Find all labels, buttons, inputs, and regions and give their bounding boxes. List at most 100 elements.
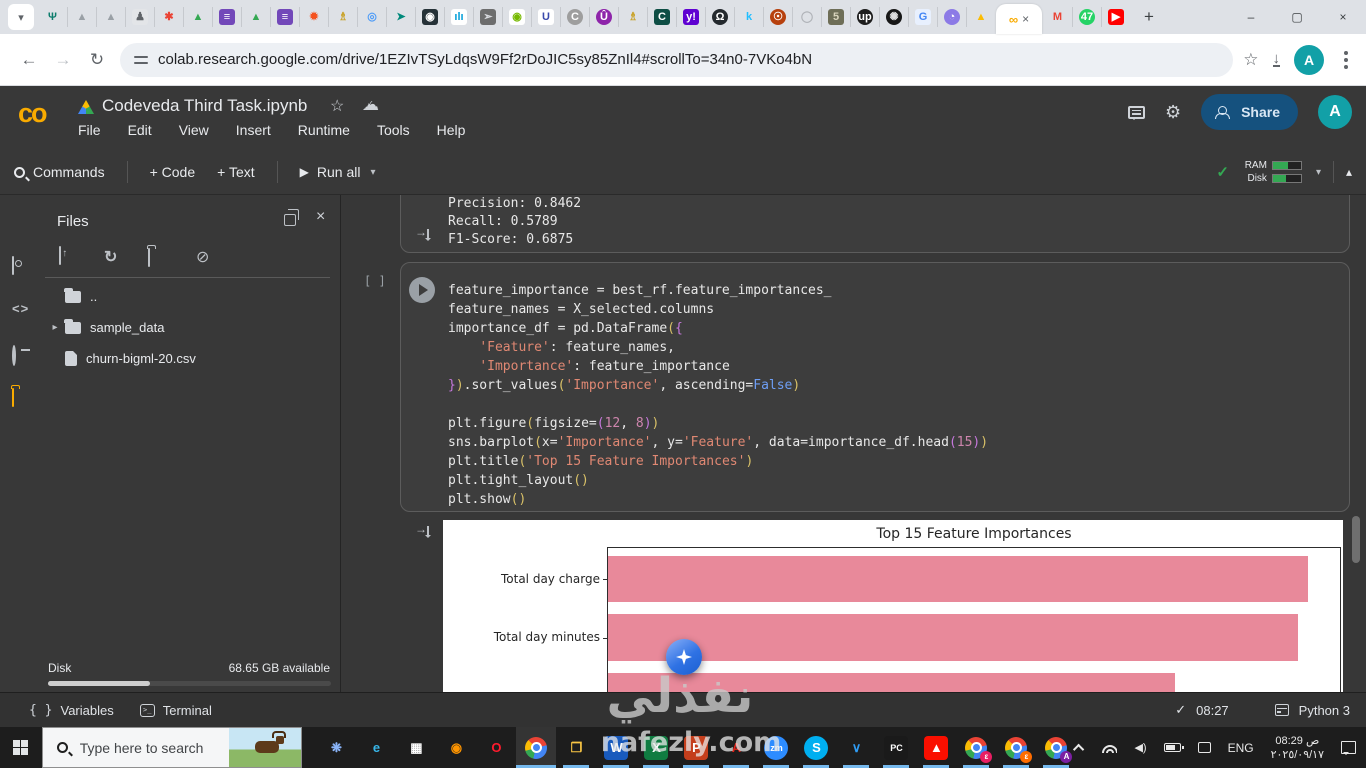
taskbar-app-firefox[interactable]: ◉ [436, 727, 476, 768]
purple-meet-favicon[interactable]: ◔ [937, 7, 966, 27]
knot-favicon[interactable]: ✺ [879, 7, 908, 27]
taskbar-app-chrome[interactable] [516, 727, 557, 768]
wifi-icon[interactable] [1101, 743, 1118, 753]
cell-output-previous[interactable]: Precision: 0.8462 Recall: 0.5789 F1-Score:… [400, 195, 1350, 253]
menu-tools[interactable]: Tools [377, 122, 410, 138]
variables-button[interactable]: { } Variables [29, 703, 114, 718]
find-replace-icon[interactable] [12, 256, 14, 275]
taskbar-search[interactable]: Type here to search [41, 727, 303, 768]
menu-help[interactable]: Help [437, 122, 466, 138]
taskbar-app-copilot[interactable]: ❋ [316, 727, 356, 768]
file-tree-item[interactable]: churn-bigml-20.csv [45, 343, 336, 374]
purple-shield-favicon[interactable]: Û [589, 7, 618, 27]
resources-dropdown-icon[interactable]: ▾ [1316, 167, 1321, 178]
blue-rings-favicon[interactable]: ◎ [357, 7, 386, 27]
star-notebook-icon[interactable]: ☆ [330, 96, 344, 116]
gray-ring-favicon[interactable]: ◯ [792, 7, 821, 27]
contact-card-favicon[interactable]: ♟ [125, 7, 154, 27]
browser-profile-avatar[interactable]: A [1294, 44, 1324, 75]
hp-life-favicon[interactable]: ◉ [415, 7, 444, 27]
new-tab-button[interactable]: + [1136, 4, 1162, 30]
notebook-title[interactable]: Codeveda Third Task.ipynb [102, 96, 307, 116]
comments-icon[interactable] [1127, 105, 1145, 120]
google-ads-favicon[interactable]: ✱ [154, 7, 183, 27]
teal-arrow-favicon[interactable]: ➤ [386, 7, 415, 27]
kernel-label[interactable]: Python 3 [1299, 703, 1350, 718]
minimize-button[interactable]: – [1228, 0, 1274, 34]
expand-arrow-icon[interactable]: ▸ [45, 322, 65, 333]
orange-burst-favicon[interactable]: ✹ [299, 7, 328, 27]
upwork-favicon[interactable]: up [850, 7, 879, 27]
terminal-button[interactable]: >_ Terminal [139, 703, 212, 718]
nvidia-favicon[interactable]: ◉ [502, 7, 531, 27]
popout-panel-icon[interactable] [284, 209, 299, 226]
kaggle-favicon[interactable]: k [734, 7, 763, 27]
taskbar-clock[interactable]: 08:29 ص ٢٠٢٥/٠٩/١٧ [1271, 734, 1324, 762]
display-device-icon[interactable] [1197, 742, 1211, 753]
menu-insert[interactable]: Insert [236, 122, 271, 138]
cell-output-toggle-icon[interactable] [415, 522, 435, 540]
collapse-toolbar-icon[interactable]: ▴ [1346, 165, 1352, 179]
action-center-icon[interactable] [1341, 741, 1356, 755]
taskbar-app-opera[interactable]: O [476, 727, 516, 768]
taskbar-app-chrome-profile-2[interactable]: ε [996, 727, 1036, 768]
omnibox[interactable]: colab.research.google.com/drive/1EZIvTSy… [120, 42, 1234, 77]
taskbar-app-acrobat[interactable]: ▲ [916, 727, 956, 768]
mount-drive-icon[interactable] [148, 248, 150, 267]
tab-close-icon[interactable]: × [1022, 12, 1029, 26]
cisco-favicon[interactable]: ılı [444, 7, 473, 27]
commands-button[interactable]: Commands [14, 164, 105, 180]
menu-runtime[interactable]: Runtime [298, 122, 350, 138]
tab-scroll-button[interactable]: ▾ [8, 4, 34, 30]
url-text[interactable]: colab.research.google.com/drive/1EZIvTSy… [158, 51, 812, 68]
refresh-files-icon[interactable]: ↻ [104, 247, 117, 267]
taskbar-app-chrome-profile-1[interactable]: ε [956, 727, 996, 768]
secrets-key-icon[interactable] [12, 345, 16, 366]
whatsapp-unread-favicon[interactable]: 47 [1072, 7, 1101, 27]
menu-file[interactable]: File [78, 122, 101, 138]
file-tree-item[interactable]: .. [45, 281, 336, 312]
upload-file-icon[interactable] [59, 246, 61, 265]
taskbar-app-vscode[interactable]: ∨ [836, 727, 876, 768]
taskbar-app-chrome-profile-3[interactable]: A [1036, 727, 1076, 768]
github-favicon[interactable]: Ω [705, 7, 734, 27]
gold-trophy-favicon[interactable]: ♗ [328, 7, 357, 27]
toggle-hidden-files-icon[interactable]: ⊘ [196, 247, 209, 267]
files-tab-icon[interactable] [12, 388, 14, 407]
taskbar-app-pycharm[interactable]: PC [876, 727, 916, 768]
code-editor[interactable]: feature_importance = best_rf.feature_imp… [448, 281, 988, 509]
google-forms-favicon[interactable]: ≡ [270, 7, 299, 27]
close-button[interactable]: × [1320, 0, 1366, 34]
credly-favicon[interactable]: C [647, 7, 676, 27]
search-highlight-image[interactable] [229, 728, 302, 767]
back-icon[interactable]: ← [12, 43, 46, 77]
settings-gear-icon[interactable]: ⚙ [1165, 102, 1181, 123]
cell-output-toggle-icon[interactable] [415, 225, 435, 243]
battery-icon[interactable] [1163, 743, 1184, 752]
close-panel-icon[interactable]: × [316, 208, 325, 226]
volume-icon[interactable]: ◀ [1134, 741, 1146, 754]
file-tree-item[interactable]: ▸ sample_data [45, 312, 336, 343]
downloads-icon[interactable]: ↓ [1272, 51, 1280, 67]
taskbar-app-skype[interactable]: S [796, 727, 836, 768]
taskbar-app-edge[interactable]: e [356, 727, 396, 768]
youtube-favicon[interactable]: ▶ [1101, 7, 1130, 27]
add-code-button[interactable]: + Code [150, 164, 196, 180]
notebook-scrollbar[interactable] [1352, 516, 1360, 563]
gray-triangle-favicon[interactable]: ▲ [67, 7, 96, 27]
red-creature-favicon[interactable]: ☉ [763, 7, 792, 27]
cursor-tool-favicon[interactable]: ➢ [473, 7, 502, 27]
run-all-button[interactable]: ▶ Run all ▾ [300, 164, 376, 180]
forward-icon[interactable]: → [46, 43, 80, 77]
browser-menu-icon[interactable] [1344, 50, 1348, 69]
active-tab-colab[interactable]: ∞ × [996, 4, 1042, 34]
maximize-button[interactable]: ▢ [1274, 0, 1320, 34]
start-button[interactable] [0, 727, 42, 768]
site-settings-icon[interactable] [134, 55, 148, 65]
five-favicon[interactable]: 5 [821, 7, 850, 27]
menu-edit[interactable]: Edit [128, 122, 152, 138]
menu-view[interactable]: View [179, 122, 209, 138]
add-text-button[interactable]: + Text [217, 164, 255, 180]
share-button[interactable]: Share [1201, 94, 1298, 130]
reload-icon[interactable]: ↻ [80, 43, 114, 77]
